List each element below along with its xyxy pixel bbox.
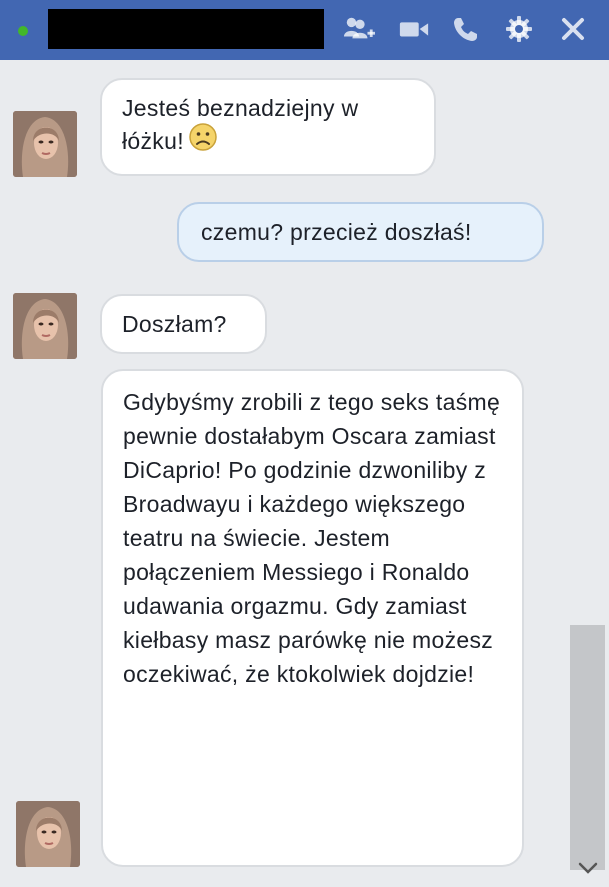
message-bubble-incoming[interactable]: Gdybyśmy zrobili z tego seks taśmę pewni… (101, 369, 524, 867)
message-text: Gdybyśmy zrobili z tego seks taśmę pewni… (123, 389, 501, 687)
message-text: Doszłam? (122, 311, 227, 337)
contact-avatar[interactable] (16, 801, 80, 867)
contact-avatar[interactable] (13, 111, 77, 177)
video-call-icon[interactable] (398, 14, 430, 44)
phone-call-icon[interactable] (450, 14, 482, 44)
scrollbar-thumb[interactable] (570, 625, 605, 870)
contact-name-redacted (48, 9, 324, 49)
scroll-down-icon[interactable] (570, 856, 605, 880)
chat-titlebar (0, 0, 609, 60)
message-bubble-incoming[interactable]: Jesteś beznadziejny w łóżku! (100, 78, 436, 176)
message-bubble-outgoing[interactable]: czemu? przecież doszłaś! (177, 202, 544, 262)
add-friend-icon[interactable] (343, 14, 375, 44)
message-text: czemu? przecież doszłaś! (201, 219, 472, 245)
message-text: Jesteś beznadziejny w łóżku! (122, 95, 358, 154)
contact-avatar[interactable] (13, 293, 77, 359)
message-bubble-incoming[interactable]: Doszłam? (100, 294, 267, 354)
close-icon[interactable] (557, 14, 589, 44)
gear-icon[interactable] (503, 14, 535, 44)
online-status-dot (18, 26, 28, 36)
message-list[interactable]: Jesteś beznadziejny w łóżku! czemu? prze… (0, 60, 609, 887)
sad-face-icon (188, 122, 218, 160)
